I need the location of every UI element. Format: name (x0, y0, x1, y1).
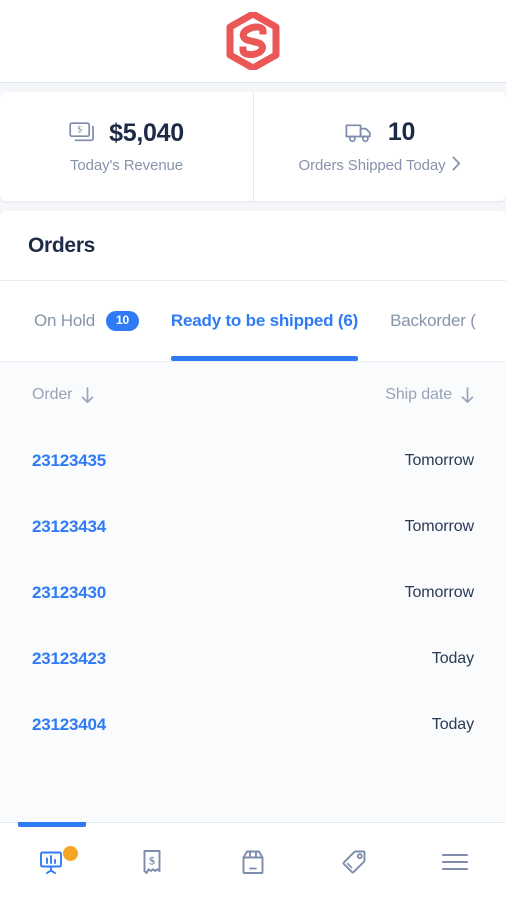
table-row[interactable]: 23123404 Today (0, 692, 506, 758)
package-box-icon (239, 847, 267, 877)
hamburger-menu-icon (440, 851, 470, 873)
orders-tabs: On Hold 10 Ready to be shipped (6) Backo… (0, 281, 506, 362)
chevron-right-icon (452, 156, 461, 175)
nav-item-pricing[interactable] (304, 823, 405, 900)
stat-value-row: 10 (345, 118, 415, 147)
stat-value: 10 (387, 118, 416, 146)
table-row[interactable]: 23123435 Tomorrow (0, 428, 506, 494)
tab-ready-to-be-shipped[interactable]: Ready to be shipped (6) (170, 281, 359, 361)
tab-backorder[interactable]: Backorder ( (390, 281, 476, 361)
column-header-ship-date[interactable]: Ship date (385, 386, 474, 404)
order-id-link[interactable]: 23123404 (32, 715, 106, 735)
orders-header: Orders (0, 211, 506, 281)
order-id-link[interactable]: 23123434 (32, 517, 106, 537)
arrow-down-icon (461, 386, 474, 404)
nav-item-products[interactable] (202, 823, 303, 900)
order-id-link[interactable]: 23123430 (32, 583, 106, 603)
stat-label: Orders Shipped Today (299, 156, 462, 175)
stat-label: Today's Revenue (70, 157, 183, 174)
stat-card-revenue[interactable]: $ $5,040 Today's Revenue (0, 92, 253, 201)
table-row[interactable]: 23123434 Tomorrow (0, 494, 506, 560)
table-header-row: Order Ship date (0, 362, 506, 428)
app-header (0, 0, 506, 83)
hexagon-s-logo-icon (225, 12, 281, 70)
stat-label-text: Orders Shipped Today (298, 157, 446, 174)
notification-dot-badge (62, 846, 78, 861)
ship-date-value: Today (431, 650, 474, 667)
column-header-label: Order (32, 386, 73, 403)
stat-value-row: $ $5,040 (69, 119, 184, 148)
table-row[interactable]: 23123430 Tomorrow (0, 560, 506, 626)
orders-table: Order Ship date 23123435 Tomorrow 231234… (0, 362, 506, 822)
orders-panel: Orders On Hold 10 Ready to be shipped (6… (0, 211, 506, 822)
money-bills-icon: $ (69, 121, 96, 146)
mobile-app-screen: $ $5,040 Today's Revenue 10 Orders Shipp… (0, 0, 506, 900)
ship-date-value: Today (431, 716, 474, 733)
order-id-link[interactable]: 23123423 (32, 649, 106, 669)
svg-text:$: $ (78, 124, 83, 134)
tab-label: Ready to be shipped (6) (170, 311, 359, 330)
stat-label-text: Today's Revenue (69, 157, 184, 174)
nav-item-menu[interactable] (405, 823, 506, 900)
tab-label: Backorder ( (390, 311, 476, 330)
receipt-dollar-icon: $ (139, 847, 165, 877)
svg-text:$: $ (149, 853, 155, 867)
column-header-label: Ship date (385, 386, 452, 403)
price-tag-icon (339, 847, 369, 877)
order-id-link[interactable]: 23123435 (32, 451, 106, 471)
stat-value: $5,040 (109, 119, 184, 147)
page-title: Orders (28, 233, 96, 257)
column-header-order[interactable]: Order (32, 386, 94, 404)
nav-item-dashboard[interactable] (0, 822, 101, 900)
stats-strip: $ $5,040 Today's Revenue 10 Orders Shipp… (0, 83, 506, 201)
ship-date-value: Tomorrow (404, 452, 475, 469)
ship-date-value: Tomorrow (404, 518, 475, 535)
ship-date-value: Tomorrow (404, 584, 475, 601)
nav-item-invoices[interactable]: $ (101, 823, 202, 900)
bottom-navigation-bar: $ (0, 822, 506, 900)
table-row[interactable]: 23123423 Today (0, 626, 506, 692)
presentation-chart-icon (36, 847, 66, 877)
tab-label: On Hold (34, 311, 95, 330)
stat-card-orders-shipped[interactable]: 10 Orders Shipped Today (253, 92, 506, 201)
arrow-down-icon (81, 386, 94, 404)
tab-on-hold[interactable]: On Hold 10 (34, 281, 139, 361)
delivery-truck-icon (345, 121, 375, 144)
tab-badge-count: 10 (105, 311, 139, 331)
